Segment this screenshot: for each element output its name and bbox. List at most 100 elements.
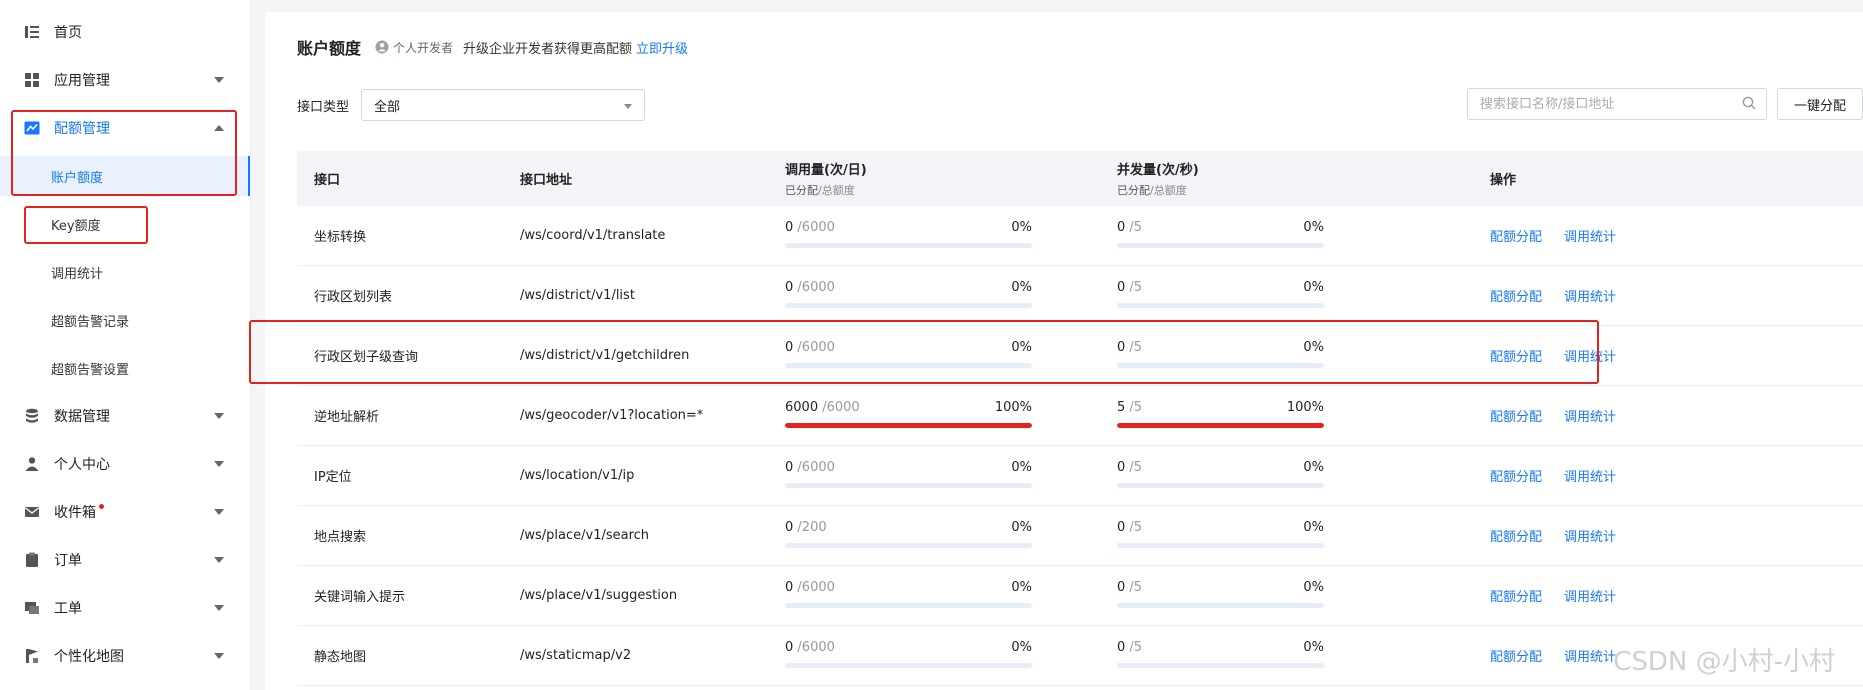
- sidebar-item-account-quota[interactable]: 账户额度: [0, 156, 250, 196]
- nav-item-app-management[interactable]: 应用管理: [0, 60, 250, 100]
- search-input[interactable]: [1478, 95, 1742, 113]
- allocate-quota-link[interactable]: 配额分配: [1490, 466, 1542, 485]
- conc-used: 0: [1117, 220, 1126, 235]
- call-stats-link[interactable]: 调用统计: [1564, 586, 1616, 605]
- conc-total: /5: [1129, 520, 1143, 535]
- nav-item-inbox[interactable]: 收件箱: [0, 492, 250, 532]
- sidebar-item-alarm-settings[interactable]: 超额告警设置: [0, 348, 250, 388]
- search-box: [1467, 88, 1767, 120]
- call-stats-link[interactable]: 调用统计: [1564, 226, 1616, 245]
- table-row: 地点搜索/ws/place/v1/search 0 /200 0% 0 /5 0% 配额分…: [297, 506, 1863, 566]
- nav-item-label: 个性化地图: [54, 649, 124, 665]
- concurrency-usage: 0 /5 0%: [1117, 460, 1324, 490]
- sub-allocated: 已分配: [1117, 184, 1150, 197]
- call-stats-link[interactable]: 调用统计: [1564, 466, 1616, 485]
- table-row: 逆地址解析/ws/geocoder/v1?location=* 6000 /600…: [297, 386, 1863, 446]
- sub-item-label: 超额告警设置: [51, 362, 130, 378]
- call-stats-link[interactable]: 调用统计: [1564, 646, 1616, 665]
- daily-used: 0: [785, 280, 794, 295]
- allocate-quota-link[interactable]: 配额分配: [1490, 406, 1542, 425]
- daily-usage: 0 /200 0%: [785, 520, 1032, 550]
- sidebar-item-alarm-records[interactable]: 超额告警记录: [0, 300, 250, 340]
- sidebar-item-key-quota[interactable]: Key额度: [0, 204, 250, 244]
- table-row: 静态地图/ws/staticmap/v2 0 /6000 0% 0 /5 0% 配额分配 调…: [297, 626, 1863, 686]
- daily-percent: 0%: [1011, 580, 1032, 595]
- table-row: 关键词输入提示/ws/place/v1/suggestion 0 /6000 0% 0…: [297, 566, 1863, 626]
- nav-item-label: 配额管理: [54, 121, 110, 137]
- chevron-down-icon: [212, 601, 226, 615]
- nav-item-orders[interactable]: 订单: [0, 540, 250, 580]
- daily-total: /6000: [822, 400, 860, 415]
- conc-percent: 100%: [1286, 400, 1324, 415]
- conc-used: 0: [1117, 640, 1126, 655]
- api-type-select[interactable]: 全部: [361, 89, 646, 121]
- nav-item-label: 数据管理: [54, 409, 110, 425]
- allocate-quota-link[interactable]: 配额分配: [1490, 286, 1542, 305]
- unread-dot: [99, 504, 104, 509]
- table-row: 行政区划列表/ws/district/v1/list 0 /6000 0% 0 /5 0…: [297, 266, 1863, 326]
- call-stats-link[interactable]: 调用统计: [1564, 286, 1616, 305]
- api-path: /ws/district/v1/list: [520, 288, 635, 303]
- batch-allocate-button[interactable]: 一键分配: [1777, 88, 1863, 120]
- developer-tag: 个人开发者: [375, 39, 453, 56]
- nav-item-custom-map[interactable]: 个性化地图: [0, 636, 250, 676]
- api-path: /ws/coord/v1/translate: [520, 228, 666, 243]
- allocate-quota-link[interactable]: 配额分配: [1490, 226, 1542, 245]
- call-stats-link[interactable]: 调用统计: [1564, 406, 1616, 425]
- user-circle-icon: [375, 40, 389, 54]
- allocate-quota-link[interactable]: 配额分配: [1490, 586, 1542, 605]
- daily-used: 0: [785, 340, 794, 355]
- daily-progress-bar: [785, 603, 1032, 608]
- ticket-icon: [24, 600, 40, 616]
- daily-used: 0: [785, 460, 794, 475]
- header-concurrency: 并发量(次/秒) 已分配/总额度: [1117, 151, 1199, 206]
- api-name: 静态地图: [314, 650, 367, 665]
- api-type-value: 全部: [374, 99, 401, 115]
- concurrency-progress-bar: [1117, 423, 1324, 428]
- concurrency-usage: 0 /5 0%: [1117, 340, 1324, 370]
- concurrency-usage: 0 /5 0%: [1117, 220, 1324, 250]
- concurrency-usage: 0 /5 0%: [1117, 520, 1324, 550]
- sidebar: 首页 应用管理 配额管理 账户额度 Key额度 调用统计 超额告警记录 超额告警…: [0, 0, 251, 690]
- daily-total: /6000: [797, 640, 835, 655]
- chevron-down-icon: [212, 649, 226, 663]
- upgrade-link[interactable]: 立即升级: [636, 38, 688, 57]
- daily-usage: 0 /6000 0%: [785, 280, 1032, 310]
- allocate-quota-link[interactable]: 配额分配: [1490, 526, 1542, 545]
- allocate-quota-link[interactable]: 配额分配: [1490, 346, 1542, 365]
- nav-item-home[interactable]: 首页: [0, 12, 250, 52]
- conc-used: 0: [1117, 340, 1126, 355]
- sidebar-item-call-stats[interactable]: 调用统计: [0, 252, 250, 292]
- call-stats-link[interactable]: 调用统计: [1564, 526, 1616, 545]
- api-path: /ws/geocoder/v1?location=*: [520, 408, 704, 423]
- sub-item-label: 调用统计: [51, 266, 104, 282]
- row-actions: 配额分配 调用统计: [1490, 206, 1616, 265]
- allocate-quota-link[interactable]: 配额分配: [1490, 646, 1542, 665]
- row-actions: 配额分配 调用统计: [1490, 506, 1616, 565]
- daily-used: 6000: [785, 400, 819, 415]
- daily-used: 0: [785, 520, 794, 535]
- chevron-down-icon: [212, 553, 226, 567]
- daily-percent: 0%: [1011, 340, 1032, 355]
- concurrency-progress-bar: [1117, 483, 1324, 488]
- table-body: 坐标转换/ws/coord/v1/translate 0 /6000 0% 0 /5 0…: [297, 206, 1863, 686]
- conc-total: /5: [1129, 460, 1143, 475]
- header-path: 接口地址: [520, 151, 572, 206]
- search-icon[interactable]: [1742, 95, 1756, 114]
- daily-progress-fill: [785, 423, 1032, 428]
- conc-percent: 0%: [1303, 460, 1324, 475]
- nav-item-personal-center[interactable]: 个人中心: [0, 444, 250, 484]
- daily-percent: 0%: [1011, 640, 1032, 655]
- daily-total: /200: [797, 520, 827, 535]
- nav-item-label: 订单: [54, 553, 82, 569]
- chevron-down-icon: [212, 73, 226, 87]
- api-name: IP定位: [314, 470, 352, 485]
- call-stats-link[interactable]: 调用统计: [1564, 346, 1616, 365]
- table-row: IP定位/ws/location/v1/ip 0 /6000 0% 0 /5 0% 配额分…: [297, 446, 1863, 506]
- daily-progress-bar: [785, 663, 1032, 668]
- nav-item-data-management[interactable]: 数据管理: [0, 396, 250, 436]
- daily-percent: 0%: [1011, 520, 1032, 535]
- nav-item-quota-management[interactable]: 配额管理: [0, 108, 250, 148]
- nav-item-tickets[interactable]: 工单: [0, 588, 250, 628]
- filter-row: 接口类型 全部: [297, 88, 646, 122]
